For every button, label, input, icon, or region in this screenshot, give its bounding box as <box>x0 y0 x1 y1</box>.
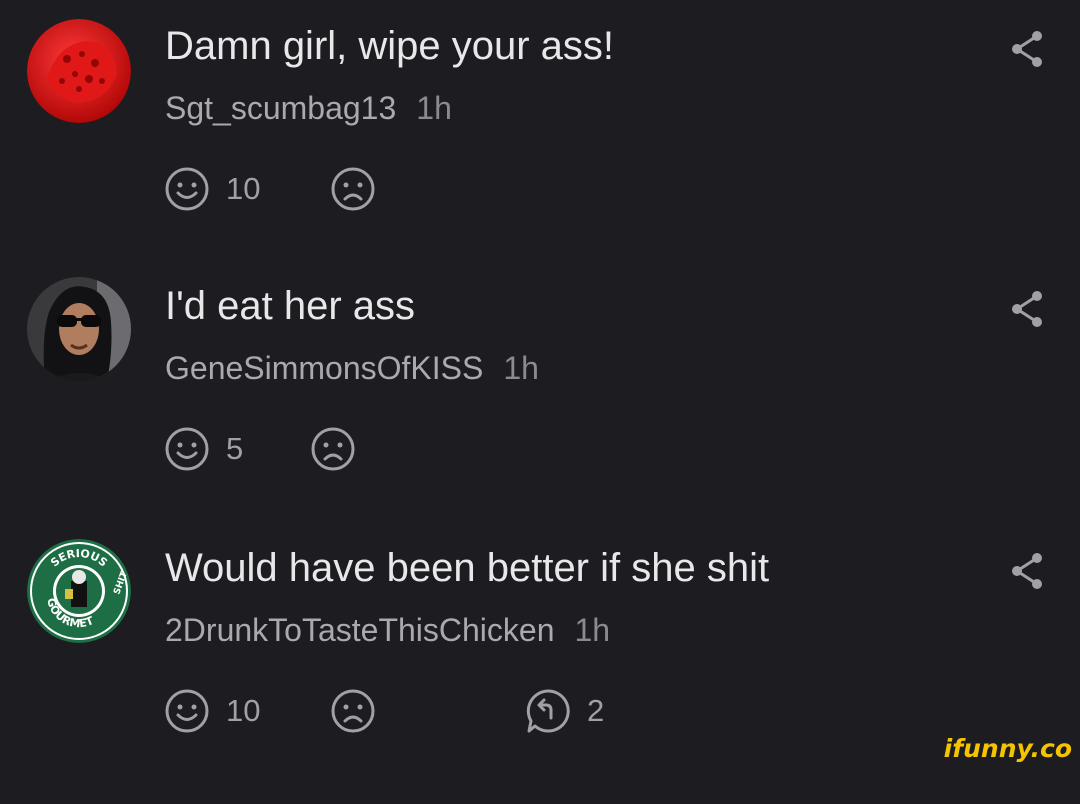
frown-icon <box>331 167 375 211</box>
username[interactable]: GeneSimmonsOfKISS <box>165 350 483 386</box>
comment-3: SERIOUS GOURMET SHIT Would have been bet… <box>0 539 1080 804</box>
smile-icon <box>165 689 209 733</box>
frown-icon <box>311 427 355 471</box>
comment-text: Damn girl, wipe your ass! <box>165 24 615 68</box>
username[interactable]: 2DrunkToTasteThisChicken <box>165 612 555 648</box>
frown-icon <box>331 689 375 733</box>
smile-reaction[interactable]: 10 <box>164 688 260 734</box>
comment-text: Would have been better if she shit <box>165 546 770 590</box>
comment-meta: Sgt_scumbag13 1h <box>165 88 452 128</box>
timestamp: 1h <box>574 612 611 648</box>
username[interactable]: Sgt_scumbag13 <box>165 90 396 126</box>
smile-icon <box>165 167 209 211</box>
comment-meta: GeneSimmonsOfKISS 1h <box>165 348 539 388</box>
unsmile-reaction[interactable] <box>310 426 356 472</box>
comment-2: I'd eat her ass GeneSimmonsOfKISS 1h 5 <box>0 277 1080 542</box>
user-avatar[interactable]: SERIOUS GOURMET SHIT <box>27 539 131 643</box>
user-avatar[interactable] <box>27 277 131 381</box>
reply-button[interactable]: 2 <box>525 688 604 734</box>
unsmile-reaction[interactable] <box>330 166 376 212</box>
reply-icon <box>526 689 570 733</box>
smile-count: 10 <box>226 171 261 206</box>
unsmile-reaction[interactable] <box>330 688 376 734</box>
comment-1: Damn girl, wipe your ass! Sgt_scumbag13 1… <box>0 19 1080 282</box>
smile-count: 10 <box>226 693 261 728</box>
share-icon[interactable] <box>1010 552 1044 590</box>
share-icon[interactable] <box>1010 30 1044 68</box>
timestamp: 1h <box>503 350 539 386</box>
comment-text: I'd eat her ass <box>165 284 415 328</box>
reply-count: 2 <box>587 693 605 728</box>
user-avatar[interactable] <box>27 19 131 123</box>
comment-meta: 2DrunkToTasteThisChicken 1h <box>165 610 610 650</box>
smile-count: 5 <box>226 431 244 466</box>
smile-reaction[interactable]: 10 <box>164 166 260 212</box>
timestamp: 1h <box>416 90 452 126</box>
share-icon[interactable] <box>1010 290 1044 328</box>
smile-icon <box>165 427 209 471</box>
ifunny-watermark: ifunny.co <box>943 734 1072 763</box>
smile-reaction[interactable]: 5 <box>164 426 243 472</box>
